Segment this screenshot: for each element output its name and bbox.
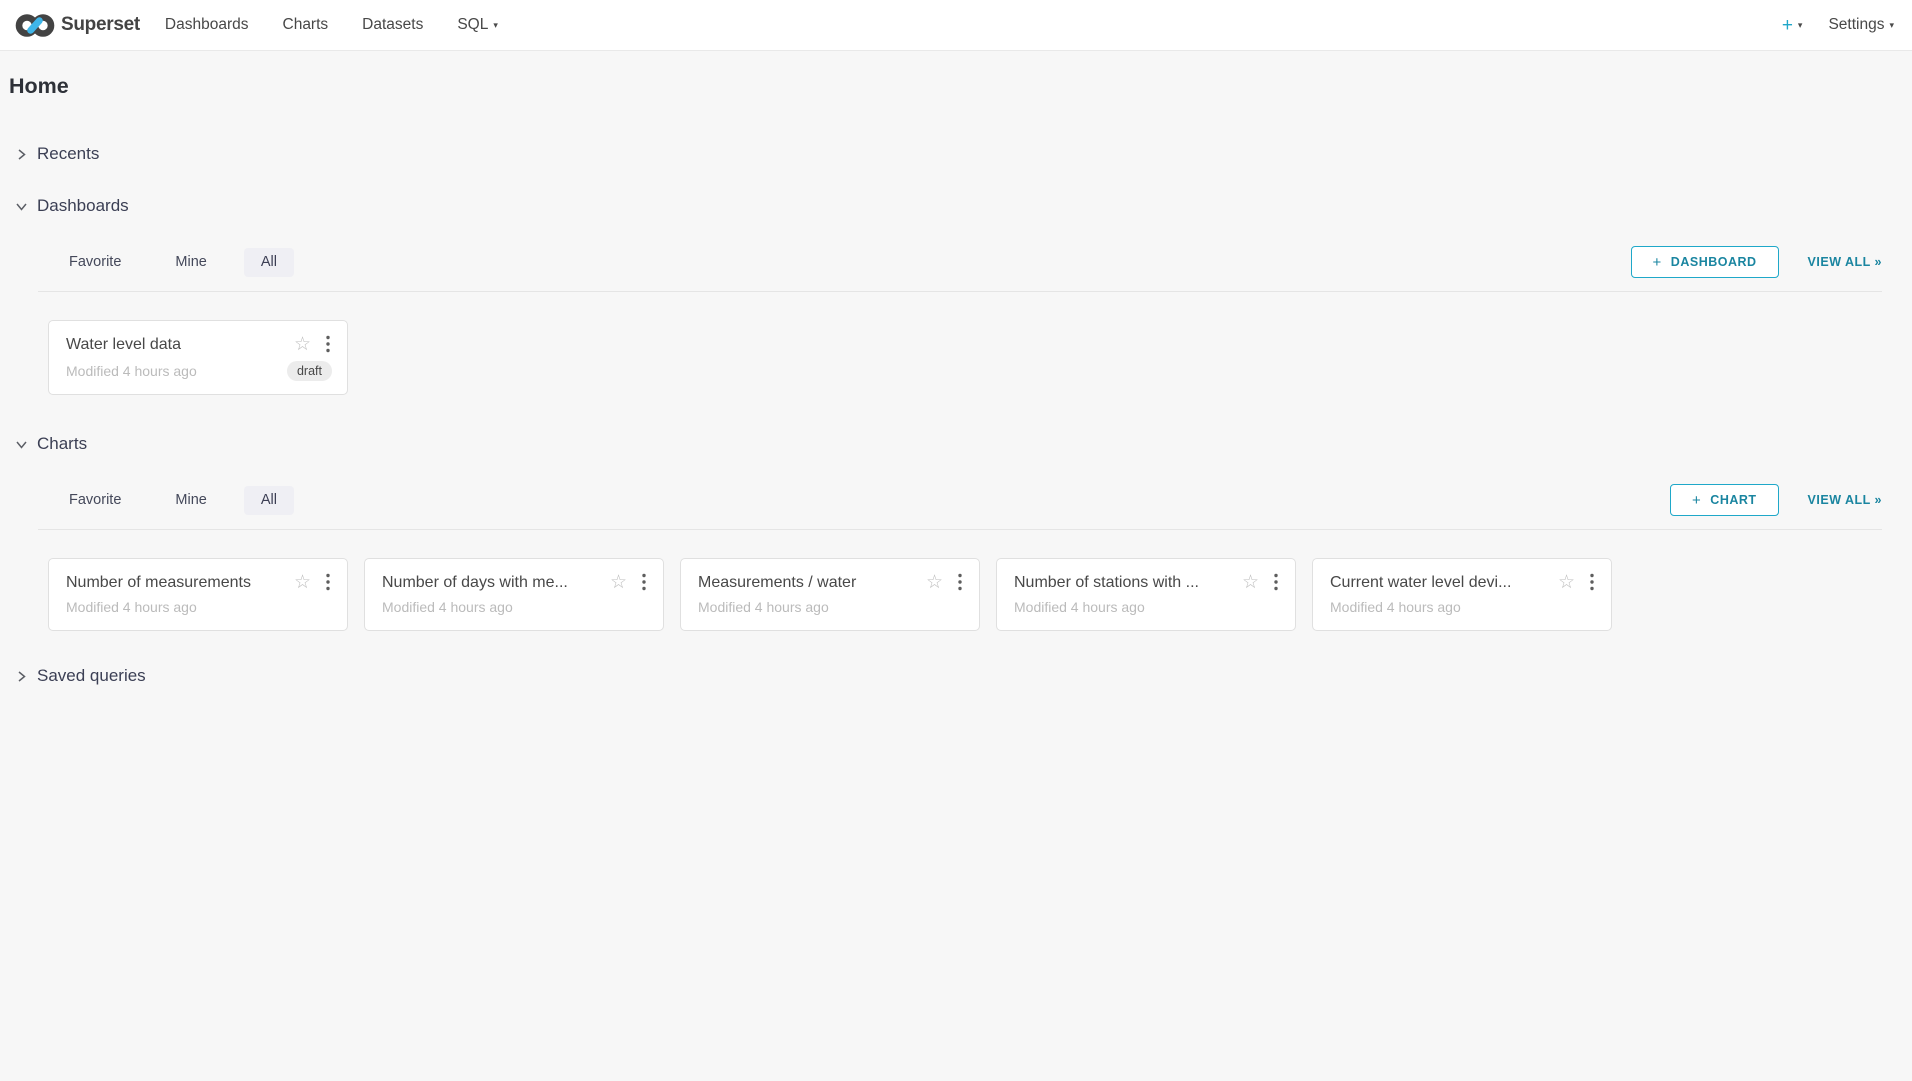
chart-card[interactable]: Number of measurements ☆ Modified 4 hour… <box>48 558 348 631</box>
section-header-saved-queries[interactable]: Saved queries <box>14 666 1882 686</box>
superset-logo[interactable]: Superset <box>15 12 140 39</box>
home-content: Recents Dashboards Favorite Mine All + D… <box>0 144 1912 686</box>
modified-timestamp: Modified 4 hours ago <box>1014 599 1280 616</box>
modified-timestamp: Modified 4 hours ago <box>382 599 648 616</box>
chart-card[interactable]: Measurements / water ☆ Modified 4 hours … <box>680 558 980 631</box>
dashboards-section-body: Favorite Mine All + DASHBOARD VIEW ALL »… <box>38 246 1882 395</box>
tab-favorite[interactable]: Favorite <box>52 486 138 515</box>
divider <box>38 291 1882 292</box>
tab-all[interactable]: All <box>244 486 294 515</box>
dashboards-tabs: Favorite Mine All <box>52 248 294 277</box>
kebab-menu-icon[interactable] <box>640 572 648 592</box>
chart-card-title[interactable]: Number of measurements <box>66 573 286 592</box>
modified-timestamp: Modified 4 hours ago <box>66 599 332 616</box>
caret-down-icon: ▾ <box>1798 21 1803 30</box>
favorite-star-icon[interactable]: ☆ <box>610 573 627 592</box>
brand-name: Superset <box>61 14 140 36</box>
chart-card[interactable]: Number of days with me... ☆ Modified 4 h… <box>364 558 664 631</box>
kebab-menu-icon[interactable] <box>956 572 964 592</box>
favorite-star-icon[interactable]: ☆ <box>1242 573 1259 592</box>
favorite-star-icon[interactable]: ☆ <box>1558 573 1575 592</box>
chart-card[interactable]: Current water level devi... ☆ Modified 4… <box>1312 558 1612 631</box>
charts-tabs: Favorite Mine All <box>52 486 294 515</box>
nav-item-datasets[interactable]: Datasets <box>362 16 423 34</box>
nav-item-charts[interactable]: Charts <box>283 16 329 34</box>
kebab-menu-icon[interactable] <box>324 334 332 354</box>
caret-down-icon: ▾ <box>1889 21 1894 30</box>
kebab-menu-icon[interactable] <box>1272 572 1280 592</box>
section-header-recents[interactable]: Recents <box>14 144 1882 164</box>
chart-card-title[interactable]: Number of stations with ... <box>1014 573 1234 592</box>
settings-menu[interactable]: Settings ▾ <box>1828 16 1894 34</box>
tab-all[interactable]: All <box>244 248 294 277</box>
section-header-charts[interactable]: Charts <box>14 434 1882 454</box>
chart-card-title[interactable]: Current water level devi... <box>1330 573 1550 592</box>
tab-mine[interactable]: Mine <box>158 486 223 515</box>
plus-icon: + <box>1782 16 1793 35</box>
dashboard-card-title[interactable]: Water level data <box>66 335 286 354</box>
modified-timestamp: Modified 4 hours ago <box>698 599 964 616</box>
chevron-down-icon <box>14 199 28 213</box>
kebab-menu-icon[interactable] <box>1588 572 1596 592</box>
plus-icon: + <box>1692 492 1701 509</box>
top-navbar: Superset Dashboards Charts Datasets SQL … <box>0 0 1912 51</box>
nav-item-sql[interactable]: SQL ▾ <box>457 16 498 34</box>
favorite-star-icon[interactable]: ☆ <box>926 573 943 592</box>
favorite-star-icon[interactable]: ☆ <box>294 573 311 592</box>
divider <box>38 529 1882 530</box>
chart-card-title[interactable]: Number of days with me... <box>382 573 602 592</box>
plus-icon: + <box>1653 254 1662 271</box>
nav-right: + ▾ Settings ▾ <box>1782 16 1894 35</box>
superset-infinity-icon <box>15 12 55 39</box>
tab-favorite[interactable]: Favorite <box>52 248 138 277</box>
favorite-star-icon[interactable]: ☆ <box>294 335 311 354</box>
modified-timestamp: Modified 4 hours ago <box>66 363 287 380</box>
chevron-right-icon <box>14 147 28 161</box>
page-title: Home <box>0 51 1912 99</box>
dashboard-card-row: Water level data ☆ Modified 4 hours ago … <box>48 320 1882 395</box>
new-item-dropdown[interactable]: + ▾ <box>1782 16 1803 35</box>
caret-down-icon: ▾ <box>493 21 498 30</box>
chart-card-row: Number of measurements ☆ Modified 4 hour… <box>48 558 1882 631</box>
chart-card[interactable]: Number of stations with ... ☆ Modified 4… <box>996 558 1296 631</box>
dashboards-view-all-link[interactable]: VIEW ALL » <box>1808 255 1882 269</box>
tab-mine[interactable]: Mine <box>158 248 223 277</box>
add-dashboard-button[interactable]: + DASHBOARD <box>1631 246 1779 278</box>
kebab-menu-icon[interactable] <box>324 572 332 592</box>
charts-view-all-link[interactable]: VIEW ALL » <box>1808 493 1882 507</box>
chart-card-title[interactable]: Measurements / water <box>698 573 918 592</box>
draft-status-badge: draft <box>287 361 332 381</box>
add-chart-button[interactable]: + CHART <box>1670 484 1779 516</box>
modified-timestamp: Modified 4 hours ago <box>1330 599 1596 616</box>
chevron-right-icon <box>14 669 28 683</box>
dashboard-card[interactable]: Water level data ☆ Modified 4 hours ago … <box>48 320 348 395</box>
chevron-down-icon <box>14 437 28 451</box>
nav-menu: Dashboards Charts Datasets SQL ▾ <box>165 16 532 34</box>
section-header-dashboards[interactable]: Dashboards <box>14 196 1882 216</box>
nav-item-dashboards[interactable]: Dashboards <box>165 16 249 34</box>
charts-section-body: Favorite Mine All + CHART VIEW ALL » Num… <box>38 484 1882 631</box>
